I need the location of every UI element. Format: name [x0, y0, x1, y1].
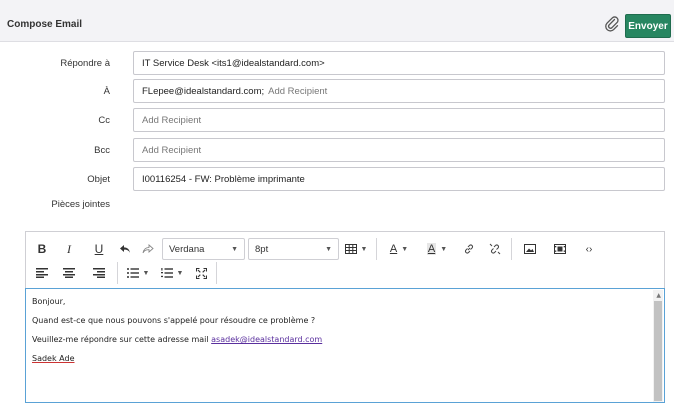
numbered-list-button[interactable]: ▼	[155, 262, 189, 284]
chevron-down-icon: ▼	[401, 245, 409, 253]
redo-button[interactable]	[136, 238, 160, 260]
body-line: Quand est-ce que nous pouvons s'appelé p…	[32, 316, 316, 325]
chevron-down-icon: ▼	[360, 245, 368, 253]
background-color-button[interactable]: A ▼	[418, 238, 456, 260]
align-right-button[interactable]	[84, 262, 114, 284]
cc-label: Cc	[98, 115, 110, 126]
font-family-value: Verdana	[169, 243, 205, 255]
numbered-list-icon	[160, 268, 173, 278]
to-recipient: FLepee@idealstandard.com;	[142, 85, 265, 97]
reply-to-value: IT Service Desk <its1@idealstandard.com>	[142, 57, 325, 69]
remove-link-button[interactable]	[482, 238, 508, 260]
chevron-down-icon: ▼	[176, 269, 184, 277]
paperclip-icon[interactable]	[605, 16, 619, 32]
email-link[interactable]: asadek@idealstandard.com	[211, 335, 322, 344]
to-field[interactable]: FLepee@idealstandard.com; Add Recipient	[133, 79, 665, 103]
align-center-icon	[63, 268, 75, 278]
align-left-icon	[36, 268, 48, 278]
table-icon	[344, 244, 357, 254]
cc-field[interactable]: Add Recipient	[133, 108, 665, 132]
subject-label: Objet	[87, 174, 110, 185]
link-icon	[465, 244, 473, 254]
align-center-button[interactable]	[54, 262, 84, 284]
undo-icon	[120, 245, 130, 253]
chevron-down-icon: ▼	[325, 245, 332, 253]
chevron-down-icon: ▼	[142, 269, 150, 277]
send-button[interactable]: Envoyer	[625, 14, 671, 38]
body-line: Bonjour,	[32, 297, 66, 306]
bcc-label: Bcc	[94, 145, 110, 156]
bcc-field[interactable]: Add Recipient	[133, 138, 665, 162]
reply-to-label: Répondre à	[60, 58, 110, 69]
unlink-icon	[489, 243, 501, 255]
bold-button[interactable]: B	[30, 238, 54, 260]
image-icon	[524, 244, 536, 254]
body-line: Veuillez-me répondre sur cette adresse m…	[32, 335, 322, 344]
align-right-icon	[93, 268, 105, 278]
highlight-icon: A	[426, 243, 437, 255]
subject-value: I00116254 - FW: Problème imprimante	[142, 173, 305, 185]
fullscreen-button[interactable]	[189, 262, 213, 284]
scrollbar-thumb[interactable]	[654, 301, 662, 401]
code-icon: ‹›	[585, 243, 593, 255]
chevron-down-icon: ▼	[440, 245, 448, 253]
toolbar-divider	[511, 238, 512, 260]
font-size-select[interactable]: 8pt ▼	[248, 238, 339, 260]
redo-icon	[142, 244, 154, 254]
media-icon	[554, 244, 566, 254]
font-size-value: 8pt	[255, 243, 269, 255]
subject-field[interactable]: I00116254 - FW: Problème imprimante	[133, 167, 665, 191]
signature: Sadek Ade	[32, 354, 75, 363]
email-body-editor[interactable]: Bonjour, Quand est-ce que nous pouvons s…	[25, 288, 665, 403]
body-line-text: Veuillez-me répondre sur cette adresse m…	[32, 335, 209, 344]
fullscreen-icon	[195, 267, 207, 279]
source-code-button[interactable]: ‹›	[575, 238, 603, 260]
table-button[interactable]: ▼	[339, 238, 373, 260]
bullet-list-button[interactable]: ▼	[121, 262, 155, 284]
bcc-placeholder: Add Recipient	[142, 144, 202, 156]
to-label: À	[103, 86, 110, 97]
insert-link-button[interactable]	[456, 238, 482, 260]
scroll-up-icon[interactable]: ▲	[656, 292, 661, 299]
cc-placeholder: Add Recipient	[142, 114, 202, 126]
text-color-icon: A	[389, 243, 398, 255]
toolbar-divider	[117, 262, 118, 284]
chevron-down-icon: ▼	[231, 245, 238, 253]
editor-toolbar: B I U Verdana ▼ 8pt ▼ ▼ A ▼ A ▼ ‹› ▼ ▼	[25, 231, 665, 288]
toolbar-divider	[216, 262, 217, 284]
to-placeholder: Add Recipient	[268, 85, 328, 97]
align-left-button[interactable]	[30, 262, 54, 284]
italic-button[interactable]: I	[54, 238, 84, 260]
underline-button[interactable]: U	[84, 238, 114, 260]
page-title: Compose Email	[7, 19, 83, 30]
attachments-label: Pièces jointes	[51, 199, 110, 210]
bullet-list-icon	[126, 268, 139, 278]
font-family-select[interactable]: Verdana ▼	[162, 238, 245, 260]
insert-image-button[interactable]	[515, 238, 545, 260]
text-color-button[interactable]: A ▼	[380, 238, 418, 260]
compose-header: Compose Email Envoyer	[0, 0, 674, 42]
undo-button[interactable]	[114, 238, 136, 260]
insert-media-button[interactable]	[545, 238, 575, 260]
reply-to-field[interactable]: IT Service Desk <its1@idealstandard.com>	[133, 51, 665, 75]
toolbar-divider	[376, 238, 377, 260]
